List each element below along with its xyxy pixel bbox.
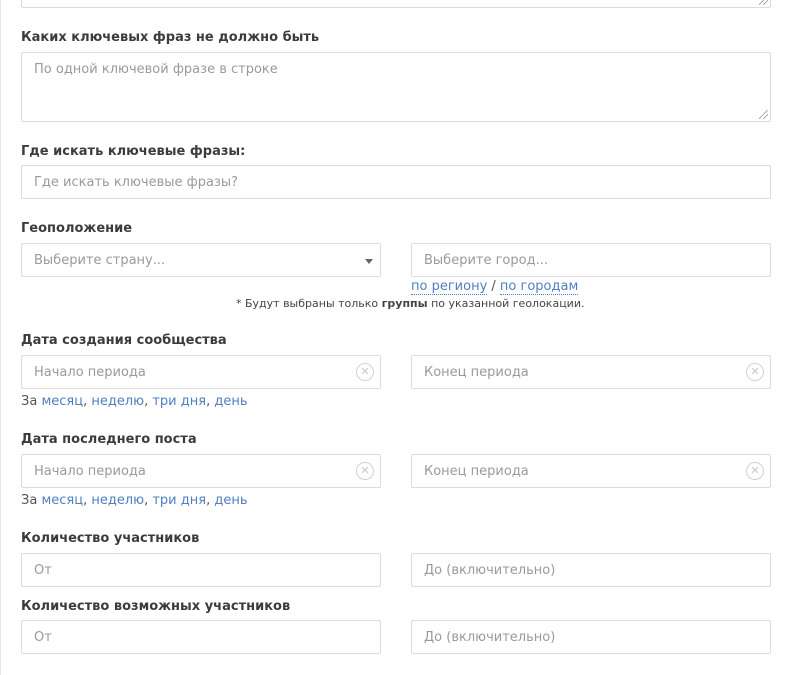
quick-day-link[interactable]: день xyxy=(214,493,247,508)
clear-icon[interactable]: ✕ xyxy=(746,462,764,480)
geo-note-prefix: * Будут выбраны только xyxy=(236,297,382,310)
members-from-placeholder: От xyxy=(34,562,52,578)
clear-icon[interactable]: ✕ xyxy=(356,363,374,381)
geo-note-suffix: по указанной геолокации. xyxy=(427,297,585,310)
created-end-placeholder: Конец периода xyxy=(424,364,529,380)
country-select[interactable]: Выберите страну... xyxy=(21,243,381,277)
last-post-end-input[interactable]: Конец периода ✕ xyxy=(411,454,771,488)
last-post-date-label: Дата последнего поста xyxy=(21,432,197,447)
last-post-start-placeholder: Начало периода xyxy=(34,463,146,479)
exclude-phrases-label: Каких ключевых фраз не должно быть xyxy=(21,30,320,45)
clear-icon[interactable]: ✕ xyxy=(356,462,374,480)
quick-prefix: За xyxy=(21,493,42,508)
city-input[interactable]: Выберите город... xyxy=(411,243,771,277)
geo-mode-links: по региону / по городам xyxy=(411,279,579,295)
quick-week-link[interactable]: неделю xyxy=(91,394,144,409)
quick-three-days-link[interactable]: три дня xyxy=(152,394,206,409)
geo-note-bold: группы xyxy=(381,297,428,310)
resize-grip-icon[interactable] xyxy=(759,0,768,5)
geo-label: Геоположение xyxy=(21,221,133,236)
created-quick-links: За месяц, неделю, три дня, день xyxy=(21,394,247,410)
quick-week-link[interactable]: неделю xyxy=(91,493,144,508)
geo-note: * Будут выбраны только группы по указанн… xyxy=(236,297,584,311)
possible-members-from-input[interactable]: От xyxy=(21,620,381,654)
members-to-input[interactable]: До (включительно) xyxy=(411,553,771,587)
possible-members-to-input[interactable]: До (включительно) xyxy=(411,620,771,654)
search-where-input[interactable]: Где искать ключевые фразы? xyxy=(21,165,771,199)
quick-three-days-link[interactable]: три дня xyxy=(152,493,206,508)
by-region-link[interactable]: по региону xyxy=(411,279,488,295)
geo-separator: / xyxy=(487,279,500,294)
city-placeholder: Выберите город... xyxy=(424,252,548,268)
quick-month-link[interactable]: месяц xyxy=(41,394,83,409)
created-date-label: Дата создания сообщества xyxy=(21,333,227,348)
page-left-border xyxy=(0,0,1,675)
search-where-label: Где искать ключевые фразы: xyxy=(21,144,246,159)
created-end-input[interactable]: Конец периода ✕ xyxy=(411,355,771,389)
quick-prefix: За xyxy=(21,394,42,409)
possible-members-to-placeholder: До (включительно) xyxy=(424,629,556,645)
members-from-input[interactable]: От xyxy=(21,553,381,587)
possible-members-count-label: Количество возможных участников xyxy=(21,599,291,614)
quick-day-link[interactable]: день xyxy=(214,394,247,409)
last-post-quick-links: За месяц, неделю, три дня, день xyxy=(21,493,247,509)
members-to-placeholder: До (включительно) xyxy=(424,562,556,578)
country-placeholder: Выберите страну... xyxy=(34,252,166,268)
last-post-end-placeholder: Конец периода xyxy=(424,463,529,479)
exclude-phrases-textarea[interactable]: По одной ключевой фразе в строке xyxy=(21,52,771,122)
created-start-placeholder: Начало периода xyxy=(34,364,146,380)
quick-month-link[interactable]: месяц xyxy=(41,493,83,508)
created-start-input[interactable]: Начало периода ✕ xyxy=(21,355,381,389)
possible-members-from-placeholder: От xyxy=(34,629,52,645)
last-post-start-input[interactable]: Начало периода ✕ xyxy=(21,454,381,488)
search-where-placeholder: Где искать ключевые фразы? xyxy=(34,174,239,190)
by-cities-link[interactable]: по городам xyxy=(499,279,579,295)
clear-icon[interactable]: ✕ xyxy=(746,363,764,381)
exclude-phrases-placeholder: По одной ключевой фразе в строке xyxy=(34,62,278,77)
members-count-label: Количество участников xyxy=(21,531,200,546)
keywords-textarea[interactable] xyxy=(21,0,771,8)
chevron-down-icon xyxy=(365,259,373,264)
resize-grip-icon[interactable] xyxy=(759,110,768,119)
